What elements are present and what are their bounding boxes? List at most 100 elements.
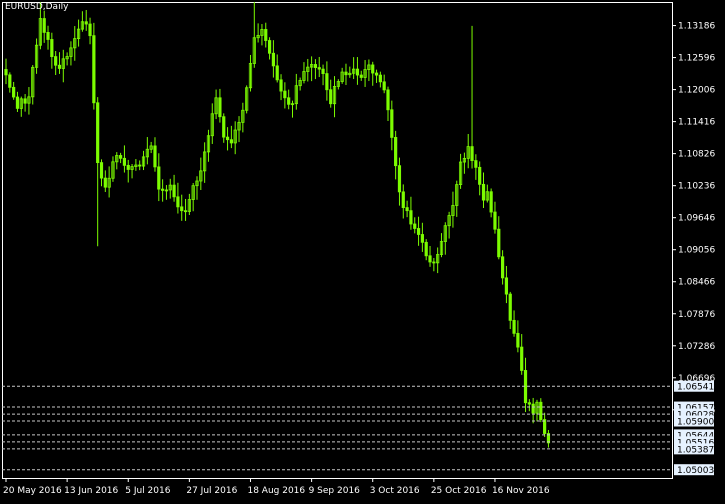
candle <box>394 130 398 180</box>
candle-body <box>416 228 421 235</box>
candle-body <box>539 401 543 420</box>
candle-body <box>478 166 482 185</box>
y-tick-label: 1.12006 <box>678 86 715 96</box>
candle-body <box>504 277 509 295</box>
candle-body <box>23 98 27 104</box>
candle-body <box>287 97 291 105</box>
candle <box>218 88 222 123</box>
candle <box>413 217 417 234</box>
candle-body <box>279 79 283 92</box>
candle-body <box>264 29 268 41</box>
candle-body <box>267 40 272 54</box>
candles <box>4 2 551 448</box>
candle <box>195 176 199 200</box>
candle <box>12 81 16 100</box>
x-tick-label: 20 May 2016 <box>3 486 62 496</box>
x-tick-label: 25 Oct 2016 <box>431 486 487 496</box>
candle <box>302 62 306 84</box>
candle <box>279 74 283 101</box>
level-tag-label: 1.05900 <box>677 418 714 428</box>
candle <box>363 60 367 87</box>
candle <box>539 398 543 423</box>
candle <box>122 145 127 173</box>
candle <box>287 89 291 110</box>
candle <box>504 265 509 304</box>
y-tick-label: 1.08466 <box>678 278 715 288</box>
candle-body <box>57 64 62 69</box>
candle-body <box>371 64 375 74</box>
candle-body <box>500 256 505 279</box>
candle-body <box>126 164 130 170</box>
candle <box>54 50 58 76</box>
candle-body <box>481 183 486 201</box>
candle <box>153 137 157 172</box>
candle <box>374 69 379 83</box>
candle <box>225 127 230 151</box>
candle <box>313 59 318 80</box>
candle <box>191 182 195 212</box>
candle-body <box>172 184 176 198</box>
candle-body <box>222 116 226 138</box>
candle <box>382 74 386 94</box>
candle <box>485 184 489 203</box>
candle-body <box>527 402 531 405</box>
candle <box>489 188 493 218</box>
candle-body <box>229 139 233 144</box>
candle <box>46 25 50 50</box>
candle-body <box>474 160 478 168</box>
candle <box>99 159 104 187</box>
candle <box>294 73 298 110</box>
candle <box>508 291 512 330</box>
y-tick-label: 1.07876 <box>678 310 715 320</box>
candle <box>31 65 35 105</box>
candle <box>183 198 188 221</box>
candle-body <box>42 18 46 33</box>
candle-body <box>180 206 184 212</box>
candle <box>149 141 153 154</box>
candle <box>248 54 253 92</box>
candle-body <box>543 419 547 434</box>
candle-body <box>374 72 379 76</box>
candlestick-chart: 1.13186 1.12596 1.12006 1.11416 1.10826 1.102… <box>2 2 715 496</box>
candle <box>69 41 73 66</box>
candle <box>199 157 203 190</box>
candle-body <box>103 177 107 188</box>
candle-body <box>432 261 436 264</box>
y-tick-label: 1.09056 <box>678 246 715 256</box>
candle-body <box>157 166 161 190</box>
candle <box>264 22 268 48</box>
candle-body <box>405 207 409 212</box>
candle <box>130 163 134 179</box>
candle <box>283 82 287 109</box>
x-tick-label: 16 Nov 2016 <box>492 486 550 496</box>
x-tick-label: 3 Oct 2016 <box>370 486 420 496</box>
candle <box>527 399 531 412</box>
candle <box>8 72 12 93</box>
candle-body <box>321 68 325 74</box>
y-tick-label: 1.10236 <box>678 182 715 192</box>
candle <box>210 103 214 144</box>
candle-body <box>225 136 230 141</box>
candle <box>115 152 119 170</box>
candle-body <box>355 68 360 76</box>
candle <box>546 429 551 448</box>
candle <box>126 159 130 183</box>
candle <box>409 196 413 230</box>
candle-body <box>317 67 321 70</box>
candle-body <box>50 39 54 57</box>
candle <box>405 200 409 218</box>
x-tick-label: 5 Jul 2016 <box>125 486 170 496</box>
candle <box>176 182 180 214</box>
candle <box>332 76 337 118</box>
candle <box>439 233 444 258</box>
candle-body <box>96 102 100 164</box>
candle <box>34 38 39 74</box>
candle-body <box>470 146 474 162</box>
candle <box>245 85 249 114</box>
candle-body <box>409 210 413 225</box>
candle-body <box>516 332 520 348</box>
candle-body <box>176 196 180 208</box>
candle-body <box>88 23 92 37</box>
candle <box>271 40 276 78</box>
candle-body <box>92 35 96 104</box>
